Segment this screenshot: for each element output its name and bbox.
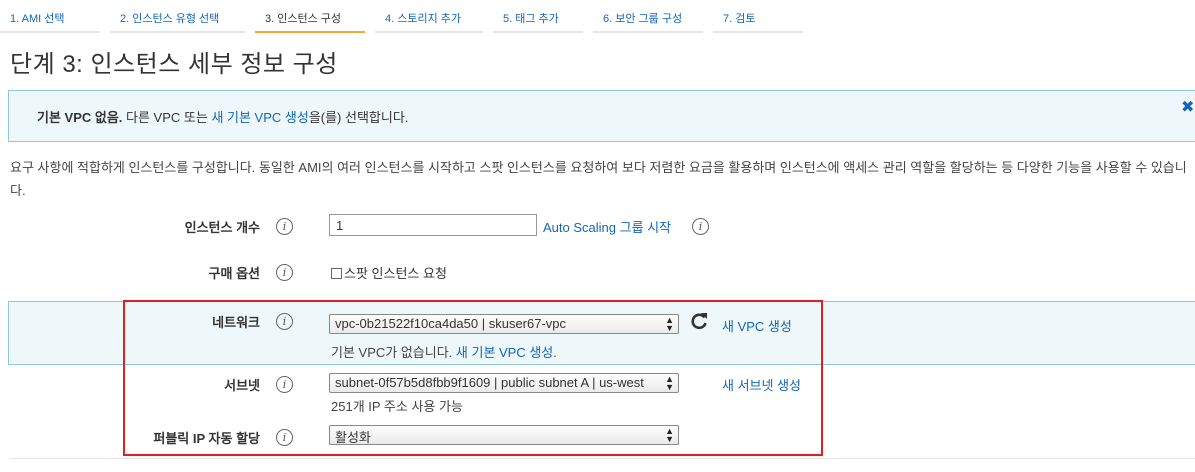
banner-message: 기본 VPC 없음. 다른 VPC 또는 새 기본 VPC 생성을(를) 선택합… bbox=[37, 107, 408, 126]
instance-count-input[interactable] bbox=[329, 214, 537, 236]
purchase-option-label: 구매 옵션 bbox=[208, 266, 260, 281]
create-default-vpc-link[interactable]: 새 기본 VPC 생성 bbox=[211, 110, 308, 125]
info-icon[interactable]: i bbox=[276, 264, 293, 281]
spot-instance-option[interactable]: 스팟 인스턴스 요청 bbox=[331, 263, 447, 282]
highlight-box bbox=[123, 300, 823, 456]
banner-bold: 기본 VPC 없음. bbox=[37, 110, 123, 125]
divider bbox=[10, 458, 1195, 459]
page-title: 단계 3: 인스턴스 세부 정보 구성 bbox=[10, 51, 338, 78]
step-label: 7. 검토 bbox=[723, 13, 756, 25]
page-description: 요구 사항에 적합하게 인스턴스를 구성합니다. 동일한 AMI의 여러 인스턴… bbox=[10, 160, 1187, 198]
step-instance-type[interactable]: 2. 인스턴스 유형 선택 bbox=[110, 0, 245, 33]
step-review[interactable]: 7. 검토 bbox=[713, 0, 803, 33]
step-label: 5. 태그 추가 bbox=[503, 13, 559, 25]
step-configure-instance[interactable]: 3. 인스턴스 구성 bbox=[255, 0, 365, 33]
close-icon[interactable]: ✖ bbox=[1181, 97, 1194, 117]
step-label: 3. 인스턴스 구성 bbox=[265, 13, 342, 25]
instance-count-label: 인스턴스 개수 bbox=[184, 220, 260, 235]
banner-text: 다른 VPC 또는 bbox=[122, 110, 212, 125]
step-tags[interactable]: 5. 태그 추가 bbox=[493, 0, 583, 33]
step-security-group[interactable]: 6. 보안 그룹 구성 bbox=[593, 0, 703, 33]
spot-instance-label: 스팟 인스턴스 요청 bbox=[344, 266, 447, 281]
step-label: 1. AMI 선택 bbox=[10, 13, 65, 25]
info-icon[interactable]: i bbox=[692, 218, 709, 235]
step-label: 4. 스토리지 추가 bbox=[385, 13, 462, 25]
info-banner: 기본 VPC 없음. 다른 VPC 또는 새 기본 VPC 생성을(를) 선택합… bbox=[8, 90, 1195, 142]
step-label: 6. 보안 그룹 구성 bbox=[603, 13, 683, 25]
step-label: 2. 인스턴스 유형 선택 bbox=[120, 13, 220, 25]
step-ami[interactable]: 1. AMI 선택 bbox=[0, 0, 100, 33]
wizard-steps: 1. AMI 선택 2. 인스턴스 유형 선택 3. 인스턴스 구성 4. 스토… bbox=[0, 0, 820, 34]
step-storage[interactable]: 4. 스토리지 추가 bbox=[375, 0, 483, 33]
auto-scaling-link[interactable]: Auto Scaling 그룹 시작 bbox=[543, 217, 671, 236]
banner-text: 을(를) 선택합니다. bbox=[308, 110, 409, 125]
spot-instance-checkbox[interactable] bbox=[331, 268, 342, 279]
info-icon[interactable]: i bbox=[276, 218, 293, 235]
